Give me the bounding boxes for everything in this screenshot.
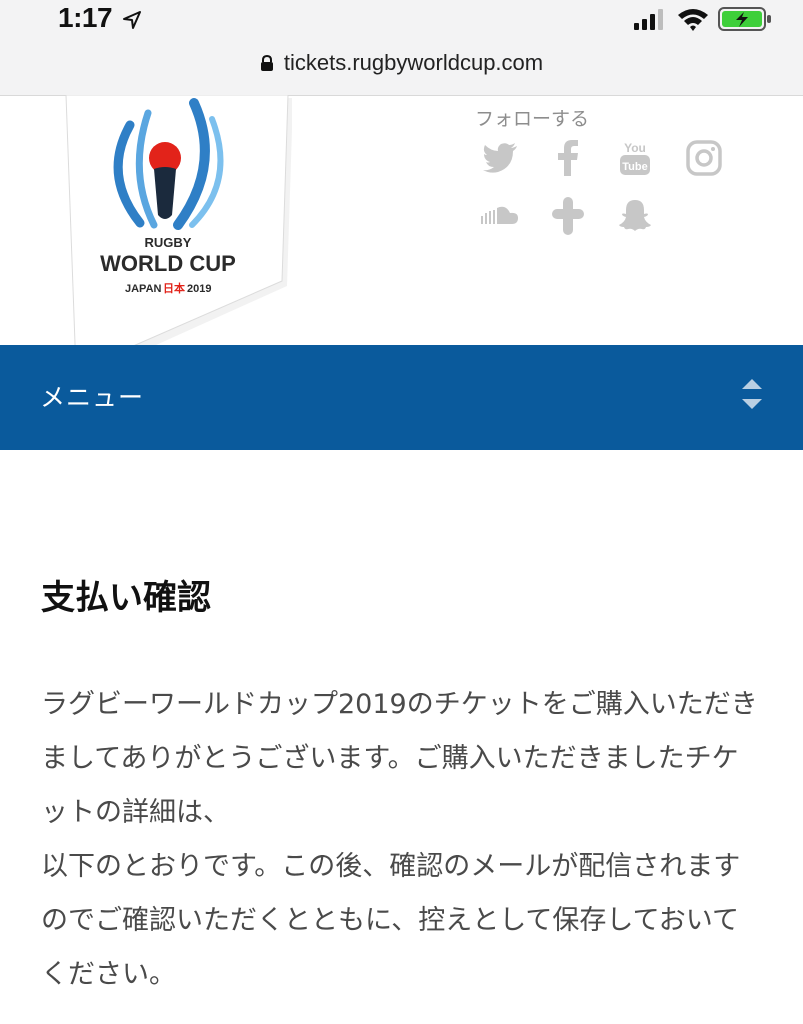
tumblr-icon[interactable] xyxy=(548,196,588,236)
instagram-icon[interactable] xyxy=(684,138,724,178)
menu-label[interactable]: メニュー xyxy=(40,378,144,414)
logo-nihon-text: 日本 xyxy=(163,281,185,295)
svg-text:Tube: Tube xyxy=(622,161,647,173)
url-text: tickets.rugbyworldcup.com xyxy=(283,50,544,75)
page-title: 支払い確認 xyxy=(41,578,211,618)
snapchat-icon[interactable] xyxy=(615,196,655,236)
menu-toggle-icon[interactable] xyxy=(738,376,766,412)
confirmation-message: ラグビーワールドカップ2019のチケットをご購入いただきましてありがとうございま… xyxy=(41,678,761,1002)
browser-chrome: 1:17 tickets.rugbyworldcup.com xyxy=(0,0,803,96)
follow-label: フォローする xyxy=(475,108,590,130)
message-paragraph-2: 以下のとおりです。この後、確認のメールが配信されますのでご確認いただくとともに、… xyxy=(41,851,741,990)
rugby-world-cup-logo[interactable]: RUGBY WORLD CUP JAPAN 日本 2019 xyxy=(62,95,292,380)
message-paragraph-1: ラグビーワールドカップ2019のチケットをご購入いただきましてありがとうございま… xyxy=(41,689,758,828)
wifi-icon xyxy=(678,9,708,31)
lock-icon xyxy=(260,55,273,71)
facebook-icon[interactable] xyxy=(548,138,588,178)
logo-japan-text: JAPAN xyxy=(125,283,162,295)
logo-rugby-text: RUGBY xyxy=(145,235,192,250)
address-bar[interactable]: tickets.rugbyworldcup.com xyxy=(0,50,803,80)
soundcloud-icon[interactable] xyxy=(480,196,520,236)
logo-year-text: 2019 xyxy=(187,283,211,295)
logo-worldcup-text: WORLD CUP xyxy=(100,251,236,276)
battery-icon xyxy=(718,7,771,31)
location-arrow-icon xyxy=(123,11,141,29)
youtube-icon[interactable]: You Tube xyxy=(615,138,655,178)
twitter-icon[interactable] xyxy=(480,138,520,178)
cellular-signal-icon xyxy=(634,9,663,30)
svg-text:You: You xyxy=(624,141,646,155)
status-time: 1:17 xyxy=(58,2,113,33)
status-bar: 1:17 xyxy=(0,0,803,40)
